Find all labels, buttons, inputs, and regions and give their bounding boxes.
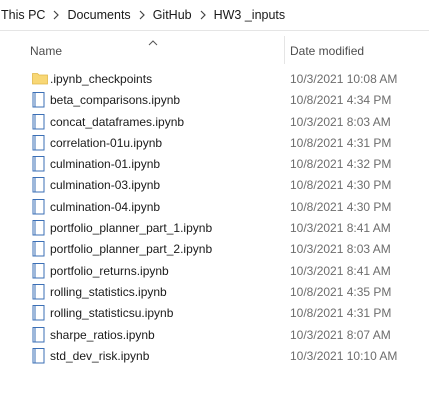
file-date-modified: 10/8/2021 4:30 PM: [290, 199, 392, 214]
file-name: std_dev_risk.ipynb: [50, 348, 150, 363]
notebook-file-icon: [32, 220, 46, 236]
file-date-modified: 10/8/2021 4:32 PM: [290, 157, 392, 172]
list-item[interactable]: sharpe_ratios.ipynb 10/3/2021 8:07 AM: [30, 324, 429, 345]
notebook-file-icon: [32, 198, 46, 215]
file-name: sharpe_ratios.ipynb: [50, 327, 155, 342]
file-name: culmination-04.ipynb: [50, 199, 161, 214]
breadcrumb-github[interactable]: GitHub: [149, 8, 196, 22]
notebook-file-icon: [32, 177, 46, 193]
notebook-file-icon: [32, 262, 46, 279]
file-date-modified: 10/3/2021 10:08 AM: [290, 72, 398, 86]
notebook-file-icon: [32, 283, 46, 300]
file-name: concat_dataframes.ipynb: [50, 114, 185, 129]
column-date-modified-header[interactable]: Date modified: [290, 44, 364, 58]
list-item[interactable]: rolling_statistics.ipynb 10/8/2021 4:35 P…: [30, 281, 429, 302]
file-date-modified: 10/3/2021 8:41 AM: [290, 263, 391, 278]
notebook-file-icon: [32, 156, 46, 172]
list-item[interactable]: beta_comparisons.ipynb 10/8/2021 4:34 PM: [30, 89, 429, 110]
chevron-right-icon[interactable]: [49, 0, 63, 30]
list-item[interactable]: culmination-04.ipynb 10/8/2021 4:30 PM: [30, 196, 429, 217]
list-item[interactable]: portfolio_returns.ipynb 10/3/2021 8:41 AM: [30, 260, 429, 281]
notebook-file-icon: [32, 134, 46, 151]
notebook-file-icon: [32, 113, 46, 130]
folder-icon: [32, 71, 48, 87]
file-name: .ipynb_checkpoints: [50, 72, 153, 86]
file-name: culmination-03.ipynb: [50, 178, 161, 193]
file-date-modified: 10/8/2021 4:34 PM: [290, 93, 392, 108]
list-item[interactable]: portfolio_planner_part_1.ipynb 10/3/2021 …: [30, 217, 429, 238]
file-name: culmination-01.ipynb: [50, 157, 161, 172]
notebook-file-icon: [32, 305, 46, 321]
file-name: portfolio_planner_part_2.ipynb: [50, 242, 213, 257]
column-divider[interactable]: [284, 36, 285, 64]
sort-ascending-icon: [148, 35, 158, 49]
file-explorer-window: This PC Documents GitHub HW3 _inputs Nam…: [0, 0, 429, 411]
notebook-file-icon: [32, 92, 46, 108]
column-header: Name Date modified: [20, 34, 429, 64]
list-item[interactable]: portfolio_planner_part_2.ipynb 10/3/2021 …: [30, 238, 429, 259]
file-date-modified: 10/8/2021 4:30 PM: [290, 178, 392, 193]
notebook-file-icon: [32, 326, 46, 343]
list-item[interactable]: .ipynb_checkpoints 10/3/2021 10:08 AM: [30, 68, 429, 89]
file-date-modified: 10/3/2021 8:07 AM: [290, 327, 391, 342]
list-item[interactable]: std_dev_risk.ipynb 10/3/2021 10:10 AM: [30, 345, 429, 366]
breadcrumb-documents[interactable]: Documents: [63, 8, 134, 22]
list-item[interactable]: rolling_statisticsu.ipynb 10/8/2021 4:31 …: [30, 302, 429, 323]
file-date-modified: 10/8/2021 4:31 PM: [290, 306, 392, 321]
file-name: rolling_statistics.ipynb: [50, 284, 167, 299]
column-name-header[interactable]: Name: [30, 44, 62, 58]
file-date-modified: 10/3/2021 10:10 AM: [290, 348, 398, 363]
file-name: correlation-01u.ipynb: [50, 135, 163, 150]
file-date-modified: 10/3/2021 8:41 AM: [290, 221, 391, 236]
file-name: portfolio_returns.ipynb: [50, 263, 169, 278]
file-name: rolling_statisticsu.ipynb: [50, 306, 174, 321]
file-date-modified: 10/3/2021 8:03 AM: [290, 114, 391, 129]
file-date-modified: 10/3/2021 8:03 AM: [290, 242, 391, 257]
breadcrumb-hw3-inputs[interactable]: HW3 _inputs: [210, 8, 290, 22]
list-item[interactable]: culmination-01.ipynb 10/8/2021 4:32 PM: [30, 153, 429, 174]
file-name: portfolio_planner_part_1.ipynb: [50, 221, 213, 236]
file-list: .ipynb_checkpoints 10/3/2021 10:08 AM beta…: [30, 68, 429, 366]
file-date-modified: 10/8/2021 4:35 PM: [290, 284, 392, 299]
list-item[interactable]: concat_dataframes.ipynb 10/3/2021 8:03 AM: [30, 111, 429, 132]
file-name: beta_comparisons.ipynb: [50, 93, 181, 108]
file-date-modified: 10/8/2021 4:31 PM: [290, 135, 392, 150]
breadcrumb-this-pc[interactable]: This PC: [0, 8, 49, 22]
breadcrumb: This PC Documents GitHub HW3 _inputs: [0, 0, 429, 31]
chevron-right-icon[interactable]: [196, 0, 210, 30]
list-item[interactable]: correlation-01u.ipynb 10/8/2021 4:31 PM: [30, 132, 429, 153]
list-item[interactable]: culmination-03.ipynb 10/8/2021 4:30 PM: [30, 174, 429, 195]
notebook-file-icon: [32, 347, 46, 364]
chevron-right-icon[interactable]: [135, 0, 149, 30]
notebook-file-icon: [32, 241, 46, 257]
